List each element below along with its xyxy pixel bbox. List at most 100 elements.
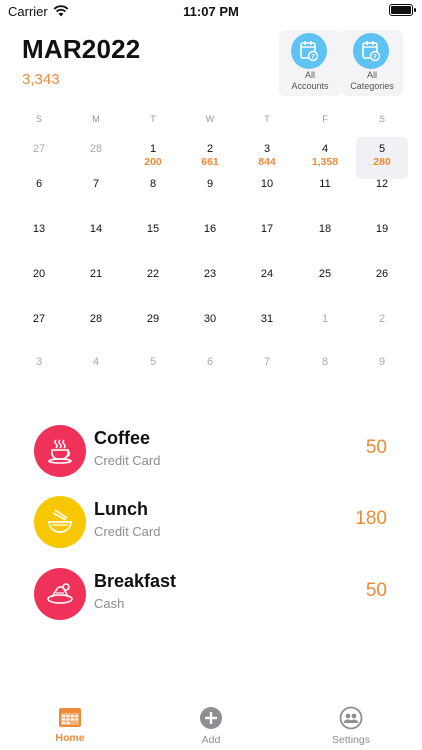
calendar-day[interactable]: 10 xyxy=(241,172,293,214)
status-bar: Carrier 11:07 PM xyxy=(0,0,422,24)
day-number: 27 xyxy=(32,143,46,155)
calendar-day[interactable]: 30 xyxy=(184,307,236,349)
month-total: 3,343 xyxy=(22,71,60,88)
calendar-day[interactable]: 1 xyxy=(299,307,351,349)
breakfast-plate-icon xyxy=(34,568,86,620)
day-number: 13 xyxy=(32,223,46,235)
day-spend-amount: 844 xyxy=(258,156,276,168)
day-number: 14 xyxy=(89,223,103,235)
calendar-day[interactable]: 5 xyxy=(127,350,179,392)
calendar-day[interactable]: 8 xyxy=(299,350,351,392)
transaction-account: Credit Card xyxy=(94,453,161,468)
coffee-cup-icon xyxy=(34,425,86,477)
transaction-row-coffee[interactable]: Coffee Credit Card 50 xyxy=(34,425,394,477)
calendar-day[interactable]: 14 xyxy=(70,217,122,259)
day-number: 15 xyxy=(146,223,160,235)
transaction-amount: 50 xyxy=(365,437,387,458)
weekday-label: W xyxy=(205,114,215,124)
tab-bar: Home Add Settings xyxy=(0,700,422,750)
calendar-day[interactable]: 7 xyxy=(241,350,293,392)
weekday-label: T xyxy=(150,114,156,124)
calendar-day[interactable]: 11 xyxy=(299,172,351,214)
calendar-question-icon: ? xyxy=(291,33,327,69)
day-number: 2 xyxy=(206,143,214,155)
calendar-day[interactable]: 19 xyxy=(356,217,408,259)
calendar-day[interactable]: 25 xyxy=(299,262,351,304)
calendar-day[interactable]: 17 xyxy=(241,217,293,259)
transaction-amount: 180 xyxy=(355,508,387,529)
calendar-day[interactable]: 29 xyxy=(127,307,179,349)
day-number: 18 xyxy=(318,223,332,235)
calendar-day[interactable]: 23 xyxy=(184,262,236,304)
day-number: 6 xyxy=(35,178,43,190)
calendar-day[interactable]: 21 xyxy=(70,262,122,304)
calendar-day[interactable]: 22 xyxy=(127,262,179,304)
day-number: 27 xyxy=(32,313,46,325)
transaction-row-breakfast[interactable]: Breakfast Cash 50 xyxy=(34,568,394,620)
day-number: 22 xyxy=(146,268,160,280)
plus-circle-icon xyxy=(200,707,222,729)
calendar-day[interactable]: 4 xyxy=(70,350,122,392)
calendar-day[interactable]: 24 xyxy=(241,262,293,304)
day-number: 28 xyxy=(89,313,103,325)
day-number: 26 xyxy=(375,268,389,280)
weekday-label: M xyxy=(92,114,100,124)
day-number: 23 xyxy=(203,268,217,280)
noodle-bowl-icon xyxy=(34,496,86,548)
weekday-header: SMTWTFS xyxy=(0,114,422,128)
tab-home[interactable]: Home xyxy=(20,706,120,750)
calendar-day[interactable]: 8 xyxy=(127,172,179,214)
all-accounts-label-line2: Accounts xyxy=(291,81,329,91)
calendar-day[interactable]: 2 xyxy=(356,307,408,349)
transaction-name: Coffee xyxy=(94,428,151,448)
month-title[interactable]: MAR2022 xyxy=(22,34,140,65)
tab-settings[interactable]: Settings xyxy=(301,706,401,750)
calendar-day[interactable]: 31 xyxy=(241,307,293,349)
calendar-day[interactable]: 12 xyxy=(356,172,408,214)
tab-add-label: Add xyxy=(201,734,221,746)
day-number: 1 xyxy=(149,143,157,155)
calendar-day[interactable]: 28 xyxy=(70,307,122,349)
calendar-day[interactable]: 9 xyxy=(356,350,408,392)
day-number: 2 xyxy=(378,313,386,325)
day-number: 4 xyxy=(321,143,329,155)
day-number: 7 xyxy=(92,178,100,190)
calendar-home-icon xyxy=(59,708,81,727)
calendar-day[interactable]: 18 xyxy=(299,217,351,259)
transaction-account: Credit Card xyxy=(94,524,161,539)
calendar-day[interactable]: 3 xyxy=(13,350,65,392)
transaction-name: Lunch xyxy=(94,499,148,519)
day-number: 10 xyxy=(260,178,274,190)
weekday-label: T xyxy=(264,114,270,124)
calendar-day[interactable]: 16 xyxy=(184,217,236,259)
all-categories-label-line2: Categories xyxy=(350,81,394,91)
all-categories-button[interactable]: ? All Categories xyxy=(341,30,403,96)
weekday-label: F xyxy=(322,114,328,124)
day-spend-amount: 280 xyxy=(373,156,391,168)
transaction-row-lunch[interactable]: Lunch Credit Card 180 xyxy=(34,496,394,548)
calendar-day[interactable]: 27 xyxy=(13,307,65,349)
day-number: 20 xyxy=(32,268,46,280)
transaction-amount: 50 xyxy=(365,580,387,601)
clock-time: 11:07 PM xyxy=(183,4,239,19)
calendar-day[interactable]: 6 xyxy=(184,350,236,392)
calendar-day[interactable]: 6 xyxy=(13,172,65,214)
day-number: 3 xyxy=(35,356,43,368)
calendar-day[interactable]: 20 xyxy=(13,262,65,304)
tab-add[interactable]: Add xyxy=(161,706,261,750)
day-number: 4 xyxy=(92,356,100,368)
calendar-day[interactable]: 7 xyxy=(70,172,122,214)
day-number: 9 xyxy=(378,356,386,368)
calendar-day[interactable]: 15 xyxy=(127,217,179,259)
svg-text:?: ? xyxy=(373,53,377,61)
day-number: 7 xyxy=(263,356,271,368)
calendar-day[interactable]: 26 xyxy=(356,262,408,304)
day-number: 3 xyxy=(263,143,271,155)
weekday-label: S xyxy=(35,114,42,124)
day-number: 25 xyxy=(318,268,332,280)
calendar-day[interactable]: 13 xyxy=(13,217,65,259)
calendar-day[interactable]: 9 xyxy=(184,172,236,214)
all-accounts-button[interactable]: ? All Accounts xyxy=(279,30,341,96)
day-number: 1 xyxy=(321,313,329,325)
day-number: 6 xyxy=(206,356,214,368)
